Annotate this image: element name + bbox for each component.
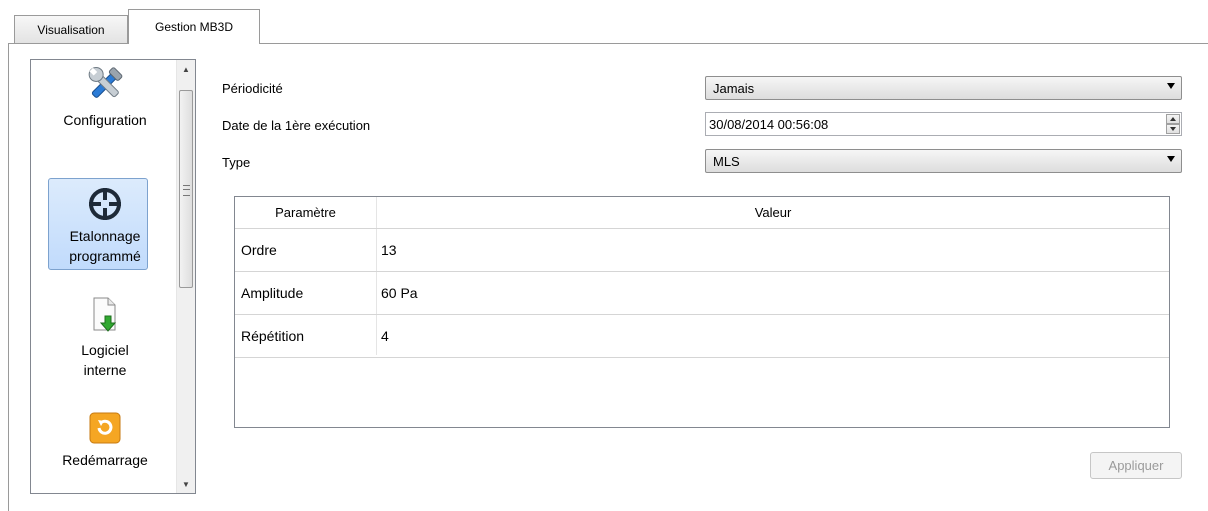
tab-gestion-mb3d[interactable]: Gestion MB3D: [128, 9, 260, 44]
table-cell-valeur[interactable]: 4: [381, 315, 389, 357]
table-header: Paramètre Valeur: [235, 197, 1169, 229]
date-spinner[interactable]: [1166, 114, 1180, 134]
column-header-parametre[interactable]: Paramètre: [235, 197, 377, 228]
sidebar-item-logiciel-interne[interactable]: Logiciel interne: [31, 296, 179, 380]
chevron-down-icon: [1167, 156, 1175, 162]
date-value: 30/08/2014 00:56:08: [709, 117, 829, 132]
sidebar-item-label-line2: programmé: [69, 248, 141, 264]
sidebar-item-etalonnage-programme[interactable]: Etalonnage programmé: [31, 178, 179, 270]
tab-visualisation[interactable]: Visualisation: [14, 15, 128, 43]
tab-gestion-mb3d-label: Gestion MB3D: [154, 20, 234, 34]
type-value: MLS: [713, 154, 740, 169]
sidebar-item-configuration[interactable]: Configuration: [31, 64, 179, 130]
sidebar-item-label-line2: interne: [83, 362, 127, 378]
type-select[interactable]: MLS: [705, 149, 1182, 173]
file-download-icon: [93, 297, 117, 332]
type-label: Type: [222, 155, 251, 170]
scroll-up-arrow-icon[interactable]: ▲: [177, 60, 195, 78]
restart-icon: [89, 412, 121, 444]
grip-icon: [183, 185, 190, 196]
column-header-valeur[interactable]: Valeur: [377, 197, 1169, 228]
sidebar-item-label-line1: Etalonnage: [69, 228, 141, 244]
apply-button[interactable]: Appliquer: [1090, 452, 1182, 479]
table-cell-valeur[interactable]: 13: [381, 229, 397, 271]
parameters-table: Paramètre Valeur Ordre 13 Amplitude 60 P…: [234, 196, 1170, 428]
tab-pane-left-border: [8, 43, 9, 511]
table-cell-parametre: Amplitude: [241, 285, 304, 301]
sidebar-scrollbar[interactable]: ▲ ▼: [176, 60, 195, 493]
periodicite-label: Périodicité: [222, 81, 283, 96]
tools-icon: [88, 66, 123, 98]
periodicite-value: Jamais: [713, 81, 755, 96]
date-label: Date de la 1ère exécution: [222, 118, 371, 133]
date-execution-field[interactable]: 30/08/2014 00:56:08: [705, 112, 1182, 136]
scroll-down-arrow-icon[interactable]: ▼: [177, 475, 195, 493]
sidebar-item-redemarrage[interactable]: Redémarrage: [31, 412, 179, 470]
crosshair-icon: [89, 188, 121, 220]
scrollbar-thumb[interactable]: [179, 90, 193, 288]
tab-bar: Visualisation Gestion MB3D: [0, 0, 1208, 44]
table-cell-parametre: Ordre: [241, 242, 277, 258]
table-row[interactable]: Amplitude 60 Pa: [235, 272, 1169, 315]
periodicite-select[interactable]: Jamais: [705, 76, 1182, 100]
chevron-down-icon: [1167, 83, 1175, 89]
tab-visualisation-label: Visualisation: [37, 22, 105, 37]
sidebar-list: Configuration Etalonnage programmé Logic…: [30, 59, 196, 494]
spin-up-icon[interactable]: [1166, 114, 1180, 124]
table-row[interactable]: Répétition 4: [235, 315, 1169, 358]
sidebar-item-label: Redémarrage: [62, 452, 148, 468]
sidebar-item-label: Configuration: [63, 112, 147, 128]
spin-down-icon[interactable]: [1166, 124, 1180, 134]
sidebar-item-label-line1: Logiciel: [81, 342, 129, 358]
table-cell-valeur[interactable]: 60 Pa: [381, 272, 418, 314]
table-row[interactable]: Ordre 13: [235, 229, 1169, 272]
table-cell-parametre: Répétition: [241, 328, 305, 344]
